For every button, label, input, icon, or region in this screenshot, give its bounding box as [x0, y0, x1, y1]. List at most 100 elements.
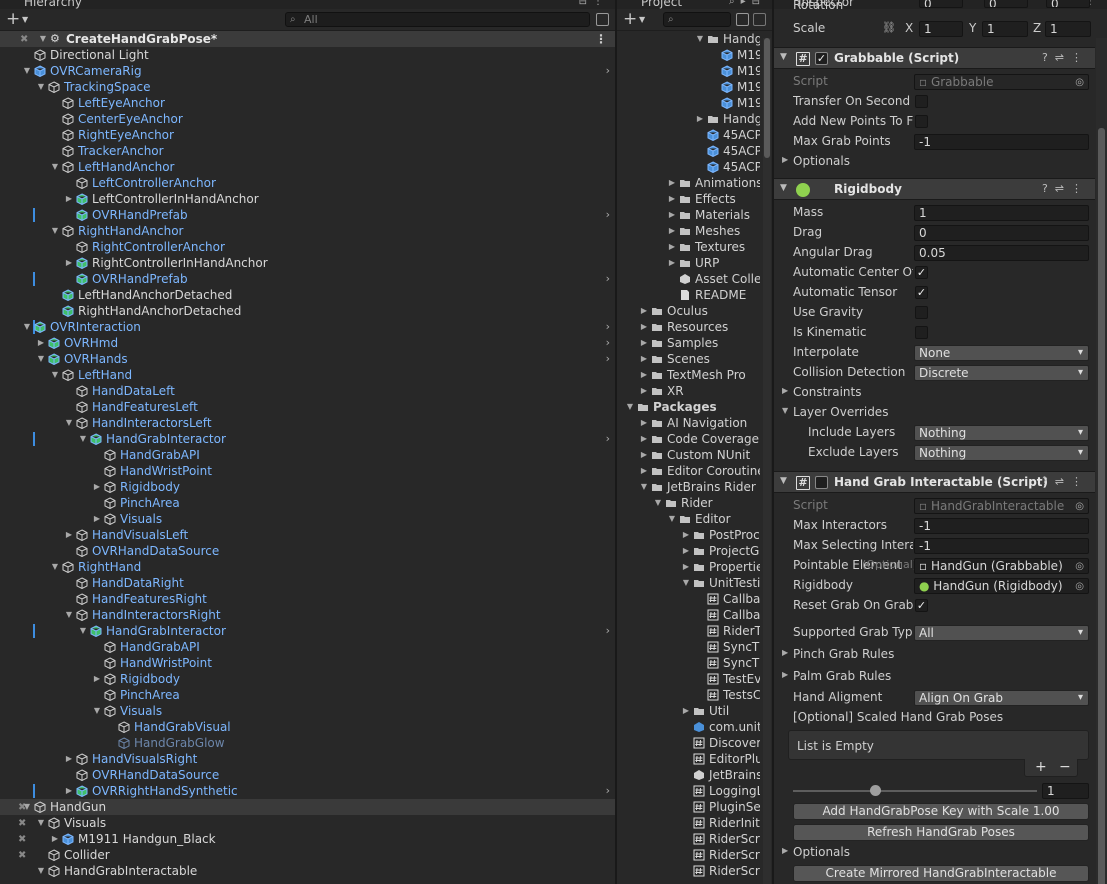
project-row[interactable]: RiderScri — [617, 863, 760, 879]
project-row[interactable]: ▼ JetBrains Rider E — [617, 479, 760, 495]
hierarchy-row[interactable]: RightControllerAnchor — [0, 239, 615, 255]
hierarchy-row[interactable]: ▼ RightHand — [0, 559, 615, 575]
foldout-closed-icon[interactable]: ▶ — [64, 255, 74, 271]
project-row[interactable]: ▶ URP — [617, 255, 760, 271]
foldout-closed-icon[interactable]: ▶ — [64, 191, 74, 207]
hierarchy-row[interactable]: ▶ OVRRightHandSynthetic › — [0, 783, 615, 799]
project-row[interactable]: ▶ Propertie — [617, 559, 760, 575]
project-row[interactable]: TestsC — [617, 687, 760, 703]
project-row[interactable]: ▼ Editor — [617, 511, 760, 527]
project-row[interactable]: ▼ UnitTesti — [617, 575, 760, 591]
project-tab-icons[interactable]: ⌕▸⊟ — [729, 0, 766, 7]
project-row[interactable]: SyncT — [617, 655, 760, 671]
project-row[interactable]: EditorPlu — [617, 751, 760, 767]
hierarchy-row[interactable]: OVRHandPrefab › — [0, 271, 615, 287]
project-row[interactable]: PluginSe — [617, 799, 760, 815]
palm-rules-row[interactable]: ▶ Palm Grab Rules — [774, 667, 1095, 687]
hierarchy-row[interactable]: OVRHandPrefab › — [0, 207, 615, 223]
hierarchy-row[interactable]: ✖ ▶ M1911 Handgun_Black — [0, 831, 615, 847]
hierarchy-row[interactable]: LeftHandAnchorDetached — [0, 287, 615, 303]
project-create-plus-icon[interactable]: + — [623, 10, 637, 28]
foldout-closed-icon[interactable]: ▶ — [667, 255, 677, 271]
foldout-closed-icon[interactable]: ▶ — [639, 383, 649, 399]
hierarchy-row[interactable]: HandDataRight — [0, 575, 615, 591]
project-row[interactable]: ▶ Effects — [617, 191, 760, 207]
project-row[interactable]: ▶ Code Coverage — [617, 431, 760, 447]
foldout-open-icon[interactable]: ▼ — [50, 223, 60, 239]
hierarchy-row[interactable]: TrackerAnchor — [0, 143, 615, 159]
hierarchy-row[interactable]: HandFeaturesLeft — [0, 399, 615, 415]
open-prefab-arrow-icon[interactable]: › — [606, 271, 610, 287]
palm-foldout-icon[interactable]: ▶ — [782, 670, 788, 679]
project-row[interactable]: com.unity — [617, 719, 760, 735]
scene-row[interactable]: ✖ ▼ ⚙ CreateHandGrabPose* ⋮ — [0, 31, 615, 47]
rotation-z-field[interactable]: 0 — [1046, 0, 1090, 8]
hidden-eye-icon[interactable]: ✖ — [18, 832, 26, 848]
foldout-open-icon[interactable]: ▼ — [78, 623, 88, 639]
hg-optionals-row[interactable]: ▶ Optionals — [774, 843, 1095, 863]
foldout-open-icon[interactable]: ▼ — [653, 495, 663, 511]
hierarchy-row[interactable]: PinchArea — [0, 687, 615, 703]
hierarchy-row[interactable]: ▶ LeftControllerInHandAnchor — [0, 191, 615, 207]
hierarchy-row[interactable]: HandWristPoint — [0, 655, 615, 671]
foldout-closed-icon[interactable]: ▶ — [667, 191, 677, 207]
hg-rigidbody-field[interactable]: ● HandGun (Rigidbody) ◎ — [914, 578, 1089, 594]
open-prefab-arrow-icon[interactable]: › — [606, 431, 610, 447]
optionals-foldout-icon[interactable]: ▶ — [782, 155, 788, 164]
hierarchy-row[interactable]: ▼ OVRCameraRig › — [0, 63, 615, 79]
project-row[interactable]: ▶ ProjectGe — [617, 543, 760, 559]
project-chevron-down-icon[interactable]: ▼ — [639, 15, 645, 24]
foldout-closed-icon[interactable]: ▶ — [639, 303, 649, 319]
rigidbody-foldout-icon[interactable]: ▼ — [780, 183, 787, 193]
foldout-closed-icon[interactable]: ▶ — [695, 111, 705, 127]
project-row[interactable]: ▶ Materials — [617, 207, 760, 223]
scale-z-field[interactable]: 1 — [1045, 21, 1091, 37]
project-row[interactable]: ▶ AI Navigation — [617, 415, 760, 431]
project-tab[interactable]: Project — [623, 0, 682, 9]
hand-grab-foldout-icon[interactable]: ▼ — [780, 476, 787, 486]
foldout-open-icon[interactable]: ▼ — [64, 415, 74, 431]
hierarchy-row[interactable]: ✖ Collider — [0, 847, 615, 863]
foldout-closed-icon[interactable]: ▶ — [50, 831, 60, 847]
pinch-foldout-icon[interactable]: ▶ — [782, 648, 788, 657]
link-icon[interactable]: ⛓ — [882, 21, 896, 34]
drag-field[interactable]: 0 — [914, 225, 1089, 241]
hand-grab-enabled-checkbox[interactable] — [815, 476, 828, 489]
supported-grab-dropdown[interactable]: All — [914, 625, 1089, 641]
mass-field[interactable]: 1 — [914, 205, 1089, 221]
foldout-closed-icon[interactable]: ▶ — [639, 415, 649, 431]
hierarchy-row[interactable]: ▶ Visuals — [0, 511, 615, 527]
hierarchy-row[interactable]: ▶ Rigidbody — [0, 671, 615, 687]
foldout-closed-icon[interactable]: ▶ — [667, 239, 677, 255]
open-prefab-arrow-icon[interactable]: › — [606, 783, 610, 799]
rigidbody-menu-icons[interactable]: ?⇌⋮ — [1042, 182, 1089, 195]
constraints-foldout-icon[interactable]: ▶ — [782, 386, 788, 395]
hierarchy-row[interactable]: ▼ HandGrabInteractor › — [0, 623, 615, 639]
project-row[interactable]: ▶ Oculus — [617, 303, 760, 319]
hierarchy-row[interactable]: ▼ Visuals — [0, 703, 615, 719]
project-row[interactable]: RiderT — [617, 623, 760, 639]
foldout-closed-icon[interactable]: ▶ — [667, 175, 677, 191]
foldout-open-icon[interactable]: ▼ — [22, 799, 32, 815]
rotation-x-field[interactable]: 0 — [919, 0, 963, 8]
exclude-layers-dropdown[interactable]: Nothing — [914, 445, 1089, 461]
project-row[interactable]: ▶ Animations — [617, 175, 760, 191]
project-row[interactable]: ▼ Handgun — [617, 31, 760, 47]
foldout-closed-icon[interactable]: ▶ — [36, 335, 46, 351]
hierarchy-row[interactable]: ▼ LeftHandAnchor — [0, 159, 615, 175]
create-plus-icon[interactable]: + — [6, 10, 20, 28]
max-grab-field[interactable]: -1 — [914, 134, 1089, 150]
scale-slider-field[interactable]: 1 — [1042, 783, 1089, 799]
hierarchy-row[interactable]: ▶ HandVisualsRight — [0, 751, 615, 767]
hierarchy-row[interactable]: OVRHandDataSource — [0, 767, 615, 783]
scale-slider-track[interactable] — [793, 790, 1037, 792]
project-scroll-thumb[interactable] — [764, 38, 770, 158]
project-row[interactable]: ▶ PostProc — [617, 527, 760, 543]
hand-grab-header[interactable]: ▼ # Hand Grab Interactable (Script) ?⇌⋮ — [774, 471, 1095, 493]
hierarchy-row[interactable]: ▶ HandVisualsLeft — [0, 527, 615, 543]
foldout-open-icon[interactable]: ▼ — [625, 399, 635, 415]
max-selecting-field[interactable]: -1 — [914, 538, 1089, 554]
project-row[interactable]: Callba — [617, 591, 760, 607]
grabbable-optionals-row[interactable]: ▶ Optionals — [774, 152, 1095, 172]
foldout-open-icon[interactable]: ▼ — [50, 367, 60, 383]
